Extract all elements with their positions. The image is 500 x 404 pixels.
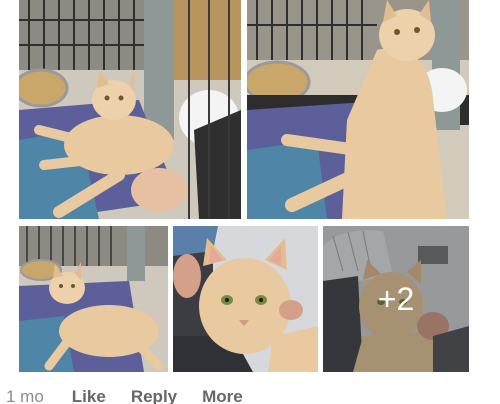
cat-photo-2-image: [247, 0, 469, 219]
reply-button[interactable]: Reply: [131, 388, 177, 404]
more-photos-overlay[interactable]: +2: [323, 226, 469, 372]
cat-photo-2[interactable]: [247, 0, 469, 219]
cat-photo-4-image: [173, 226, 318, 372]
more-button[interactable]: More: [202, 388, 243, 404]
cat-photo-5[interactable]: +2: [323, 226, 469, 372]
like-button[interactable]: Like: [72, 388, 106, 404]
cat-photo-1-image: [19, 0, 241, 219]
comment-photo-gallery: +2 1 mo Like Reply More: [0, 0, 500, 404]
comment-timestamp: 1 mo: [6, 387, 44, 404]
cat-photo-3-image: [19, 226, 168, 372]
comment-actions-bar: 1 mo Like Reply More: [0, 388, 243, 404]
cat-photo-1[interactable]: [19, 0, 241, 219]
cat-photo-4[interactable]: [173, 226, 318, 372]
more-photos-count: +2: [377, 280, 415, 317]
cat-photo-3[interactable]: [19, 226, 168, 372]
